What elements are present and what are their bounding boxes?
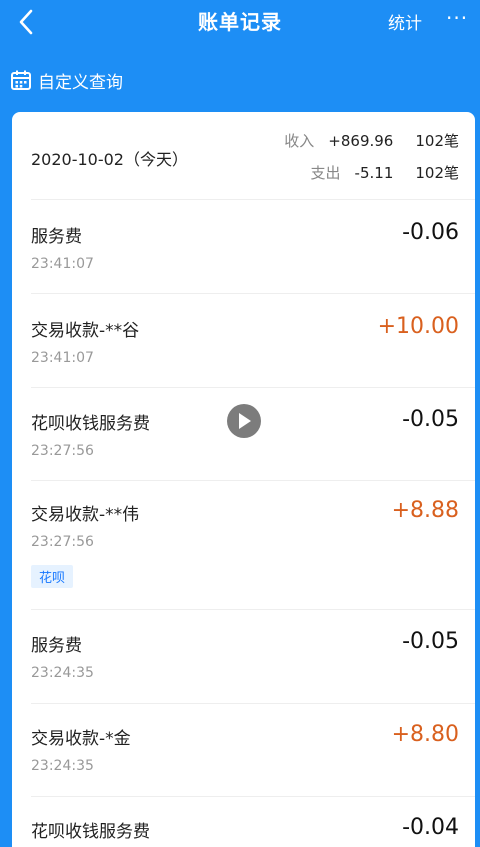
transaction-name: 花呗收钱服务费 [31, 414, 150, 434]
transaction-time: 23:41:07 [31, 350, 94, 366]
transaction-amount: -0.05 [402, 629, 459, 654]
transaction-time: 23:24:35 [31, 665, 94, 681]
transaction-time: 23:27:56 [31, 443, 94, 459]
transaction-amount: -0.05 [402, 407, 459, 432]
transaction-time: 23:41:07 [31, 256, 94, 272]
custom-query-label: 自定义查询 [38, 72, 123, 93]
transaction-row[interactable]: 交易收款-*金 23:24:35 +8.80 [12, 704, 475, 796]
transaction-name: 花呗收钱服务费 [31, 822, 150, 842]
transaction-amount: -0.04 [402, 815, 459, 840]
income-label: 收入 [284, 132, 315, 150]
expense-count: 102笔 [415, 164, 459, 182]
top-bar: 账单记录 统计 ··· [0, 0, 480, 44]
transaction-row[interactable]: 服务费 23:24:35 -0.05 [12, 610, 475, 703]
summary-date: 2020-10-02（今天） [31, 150, 188, 169]
income-summary: 收入 +869.96 102笔 [284, 130, 459, 151]
play-icon [239, 413, 251, 429]
expense-summary: 支出 -5.11 102笔 [311, 162, 459, 183]
transaction-amount: -0.06 [402, 220, 459, 245]
income-amount: +869.96 [328, 131, 394, 150]
transaction-name: 服务费 [31, 636, 82, 656]
transaction-row[interactable]: 花呗收钱服务费 -0.04 [12, 797, 475, 847]
income-count: 102笔 [415, 132, 459, 150]
transaction-row[interactable]: 服务费 23:41:07 -0.06 [12, 200, 475, 293]
transaction-name: 交易收款-**谷 [31, 321, 140, 341]
huabei-tag: 花呗 [31, 565, 74, 588]
transaction-row[interactable]: 交易收款-**谷 23:41:07 +10.00 [12, 294, 475, 387]
expense-amount: -5.11 [354, 163, 394, 182]
transaction-time: 23:27:56 [31, 534, 94, 550]
transaction-amount: +10.00 [377, 314, 459, 339]
transaction-row[interactable]: 交易收款-**伟 23:27:56 +8.88 花呗 [12, 481, 475, 609]
play-button[interactable] [227, 404, 261, 438]
custom-query-button[interactable]: 自定义查询 [10, 66, 123, 94]
transaction-time: 23:24:35 [31, 758, 94, 774]
transaction-name: 交易收款-**伟 [31, 505, 140, 525]
calendar-icon [11, 70, 31, 90]
transaction-name: 交易收款-*金 [31, 729, 131, 749]
transaction-name: 服务费 [31, 227, 82, 247]
transaction-amount: +8.80 [391, 722, 459, 747]
day-summary: 2020-10-02（今天） 收入 +869.96 102笔 支出 -5.11 … [12, 112, 475, 199]
bill-list-card: 2020-10-02（今天） 收入 +869.96 102笔 支出 -5.11 … [12, 112, 475, 847]
stats-button[interactable]: 统计 [388, 9, 422, 34]
expense-label: 支出 [310, 164, 341, 182]
more-button[interactable]: ··· [446, 6, 468, 30]
transaction-amount: +8.88 [391, 498, 459, 523]
